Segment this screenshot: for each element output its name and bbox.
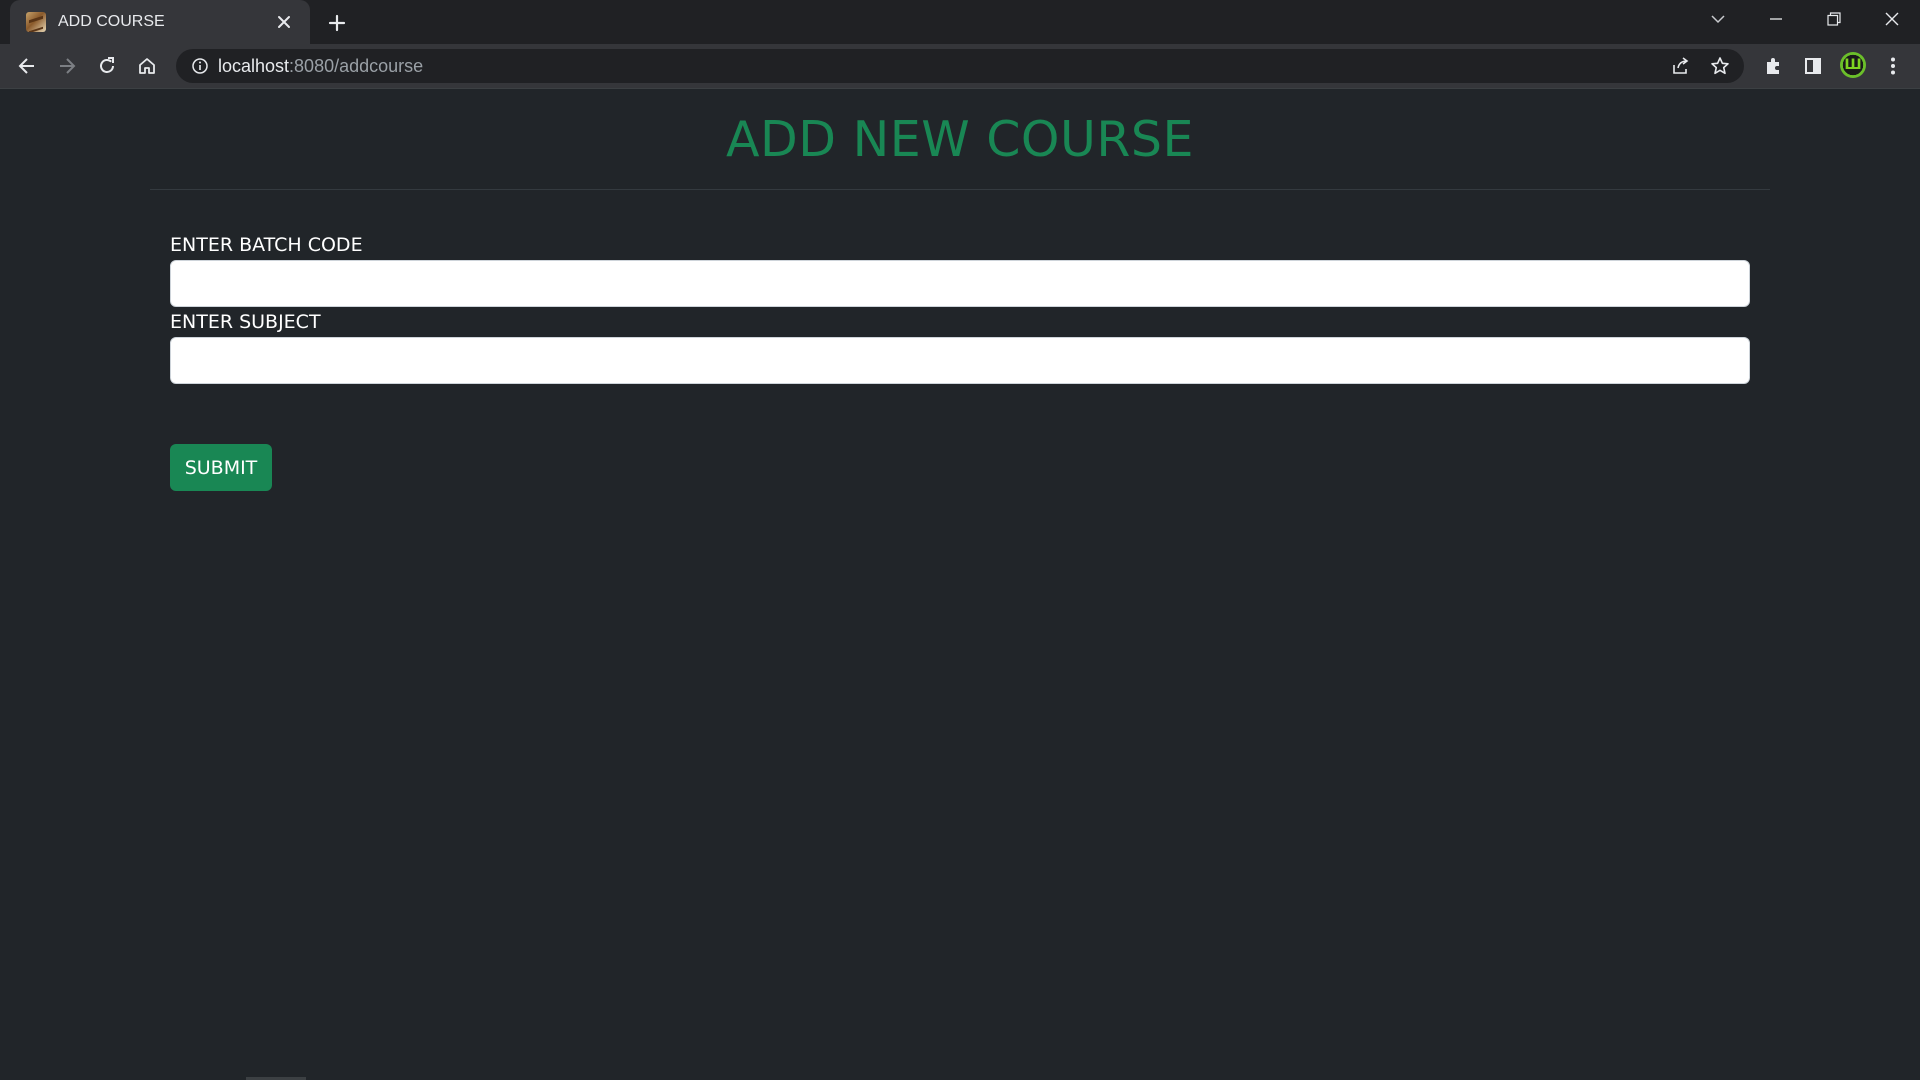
home-icon[interactable] (131, 50, 163, 82)
kebab-menu-icon[interactable] (1877, 50, 1909, 82)
side-panel-icon[interactable] (1797, 50, 1829, 82)
plus-icon[interactable] (322, 8, 352, 38)
back-arrow-icon[interactable] (11, 50, 43, 82)
close-icon[interactable] (272, 10, 296, 34)
extensions-puzzle-icon[interactable] (1757, 50, 1789, 82)
bookmark-star-icon[interactable] (1708, 54, 1732, 78)
profile-avatar-icon[interactable]: Ш (1840, 52, 1866, 78)
address-url[interactable]: localhost:8080/addcourse (218, 56, 423, 77)
restore-icon[interactable] (1806, 0, 1862, 38)
minimize-icon[interactable] (1748, 0, 1804, 38)
course-favicon-icon (26, 12, 46, 32)
reload-icon[interactable] (91, 50, 123, 82)
forward-arrow-icon[interactable] (51, 50, 83, 82)
chevron-down-icon[interactable] (1690, 0, 1746, 38)
browser-toolbar: localhost:8080/addcourse (0, 44, 1920, 88)
monster-logo-icon: Ш (1844, 57, 1862, 73)
info-icon[interactable] (188, 54, 212, 78)
browser-tab-active[interactable]: ADD COURSE (10, 0, 310, 44)
batch-code-label: ENTER BATCH CODE (170, 234, 363, 256)
url-host: localhost (218, 56, 290, 76)
heading-divider (150, 189, 1770, 190)
tab-title: ADD COURSE (58, 13, 165, 30)
share-icon[interactable] (1668, 54, 1692, 78)
submit-button[interactable]: SUBMIT (170, 444, 272, 491)
subject-input[interactable] (170, 337, 1750, 384)
page-title: ADD NEW COURSE (726, 111, 1194, 168)
address-bar[interactable]: localhost:8080/addcourse (176, 49, 1744, 83)
close-icon[interactable] (1864, 0, 1920, 38)
browser-tabstrip: ADD COURSE (0, 0, 1920, 44)
page-content: ADD NEW COURSE ENTER BATCH CODE ENTER SU… (0, 89, 1920, 1080)
batch-code-input[interactable] (170, 260, 1750, 307)
url-path: :8080/addcourse (289, 56, 424, 76)
subject-label: ENTER SUBJECT (170, 311, 321, 333)
